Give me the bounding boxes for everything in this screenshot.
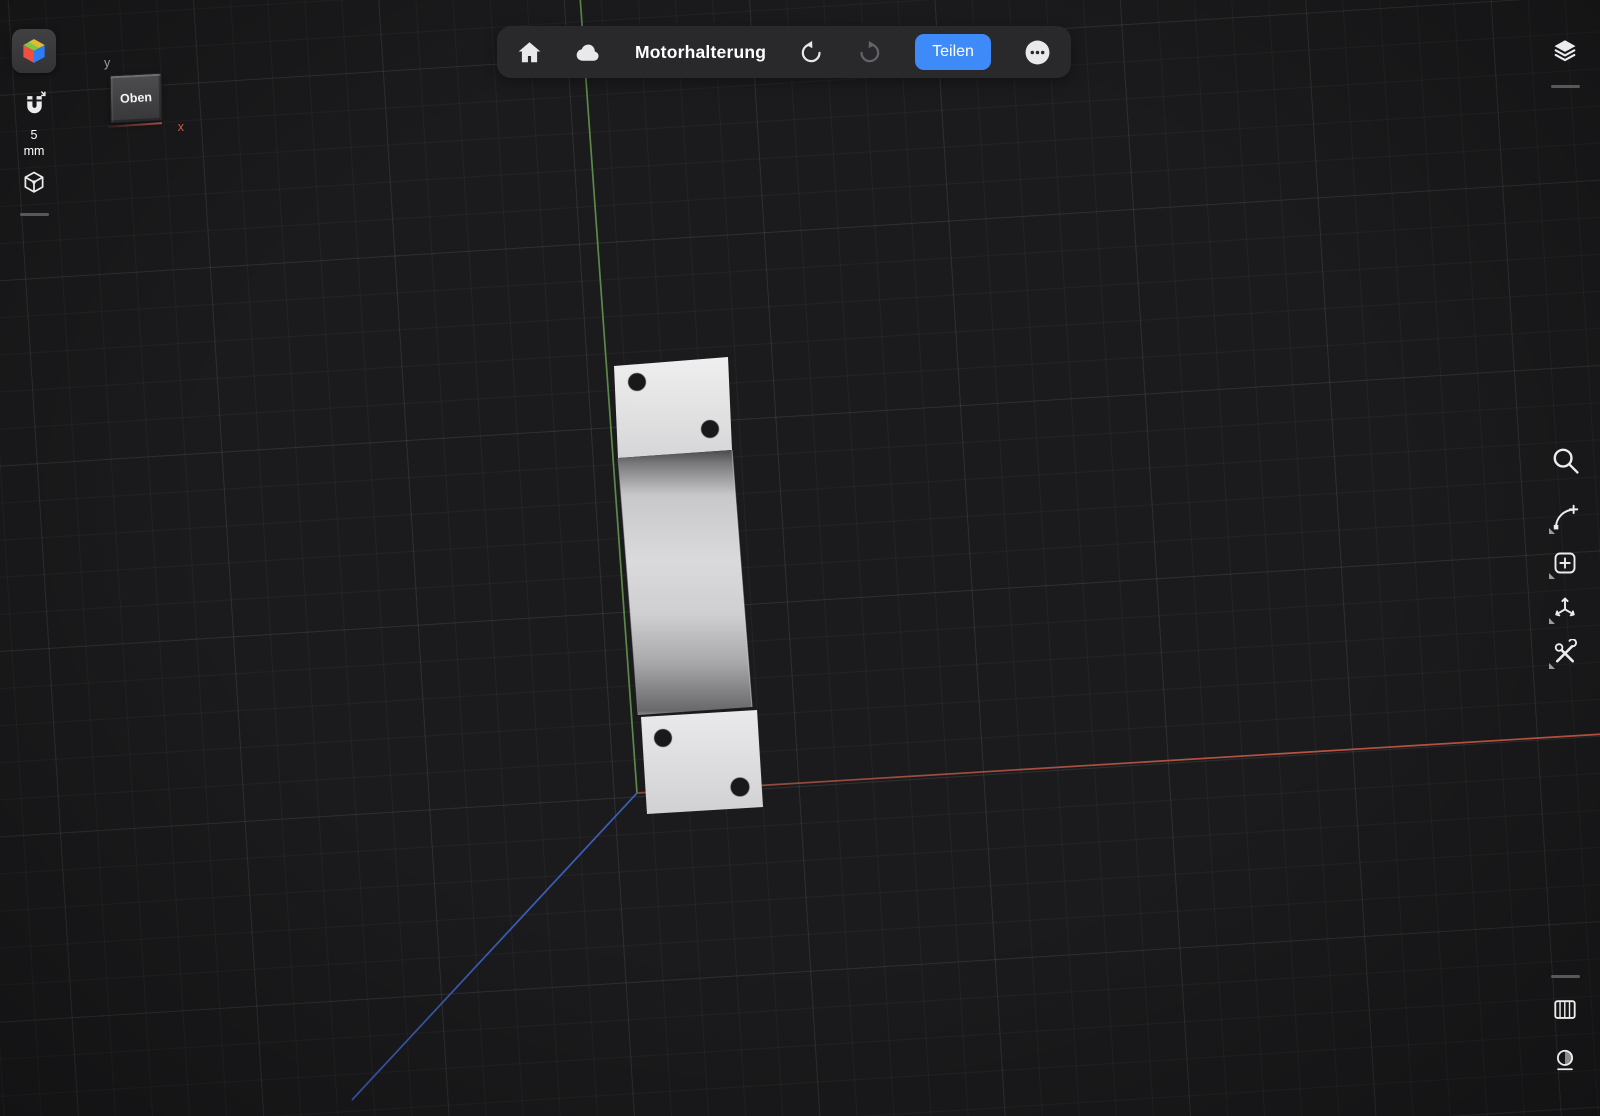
section-view-button[interactable] <box>1545 992 1585 1028</box>
flange-bottom <box>641 710 763 814</box>
redo-button[interactable] <box>857 40 882 65</box>
sync-button[interactable] <box>575 42 602 63</box>
home-button[interactable] <box>517 40 542 65</box>
add-body-button[interactable] <box>1546 545 1584 581</box>
viewport[interactable] <box>0 0 1600 1116</box>
sketch-arc-icon <box>1553 504 1579 530</box>
search-button[interactable] <box>1546 441 1584 479</box>
search-icon <box>1553 448 1579 474</box>
body-bracket[interactable] <box>614 357 763 814</box>
app-logo-icon <box>23 39 45 63</box>
document-title[interactable]: Motorhalterung <box>635 42 766 63</box>
submenu-corner <box>1549 618 1555 624</box>
app-menu-button[interactable] <box>12 29 56 73</box>
tools-button[interactable] <box>1546 635 1584 671</box>
axis-y-label: y <box>104 56 111 70</box>
redo-icon <box>860 40 880 62</box>
grid-spacing-unit: mm <box>23 143 45 158</box>
snap-magnet-icon <box>26 91 46 114</box>
section-view-icon <box>1554 1000 1576 1019</box>
submenu-corner <box>1549 528 1555 534</box>
orientation-cube-icon <box>24 171 44 193</box>
layers-icon <box>1554 40 1576 62</box>
view-cube-face[interactable]: Oben <box>109 72 163 124</box>
hole-bottom-right <box>730 777 750 797</box>
snap-button[interactable] <box>21 91 48 120</box>
app-window: Motorhalterung Teilen 5 mm y Oben x <box>0 0 1600 1116</box>
submenu-corner <box>1549 663 1555 669</box>
right-top-toolbar <box>1542 29 1588 88</box>
grid-spacing-value: 5 <box>30 128 38 142</box>
orientation-button[interactable] <box>20 169 48 197</box>
model-motorhalterung[interactable] <box>0 0 1600 1116</box>
top-toolbar: Motorhalterung Teilen <box>497 26 1071 78</box>
transform-icon <box>1555 597 1575 617</box>
left-panel-handle <box>19 213 49 217</box>
left-toolbar: 5 mm <box>11 29 57 217</box>
undo-button[interactable] <box>799 40 824 65</box>
undo-icon <box>801 40 821 62</box>
submenu-corner <box>1549 573 1555 579</box>
cylinder-saddle <box>618 450 752 715</box>
home-icon <box>518 41 541 62</box>
more-button[interactable] <box>1024 39 1051 66</box>
cloud-sync-icon <box>576 44 599 61</box>
hole-bottom-left <box>653 728 673 748</box>
view-cube-face-label: Oben <box>119 90 153 106</box>
axis-x-label: x <box>177 120 184 134</box>
view-cube[interactable]: y Oben x <box>96 56 188 136</box>
tools-icon <box>1554 639 1577 663</box>
transform-tool-button[interactable] <box>1546 590 1584 626</box>
sketch-tool-button[interactable] <box>1546 500 1584 536</box>
visual-style-button[interactable] <box>1545 1042 1585 1078</box>
add-body-icon <box>1554 552 1576 574</box>
right-bottom-toolbar <box>1542 975 1588 1078</box>
hole-top-right <box>700 419 720 439</box>
right-top-handle <box>1550 85 1580 88</box>
tool-group <box>1546 500 1584 671</box>
right-bottom-handle <box>1550 975 1580 978</box>
hole-top-left <box>627 372 647 392</box>
share-button[interactable]: Teilen <box>915 34 991 70</box>
right-tool-rail <box>1544 441 1586 671</box>
flange-top <box>614 357 732 458</box>
grid-spacing-control[interactable]: 5 mm <box>24 128 45 159</box>
more-icon <box>1025 40 1050 64</box>
visual-style-icon <box>1556 1049 1574 1071</box>
layers-button[interactable] <box>1543 29 1587 73</box>
